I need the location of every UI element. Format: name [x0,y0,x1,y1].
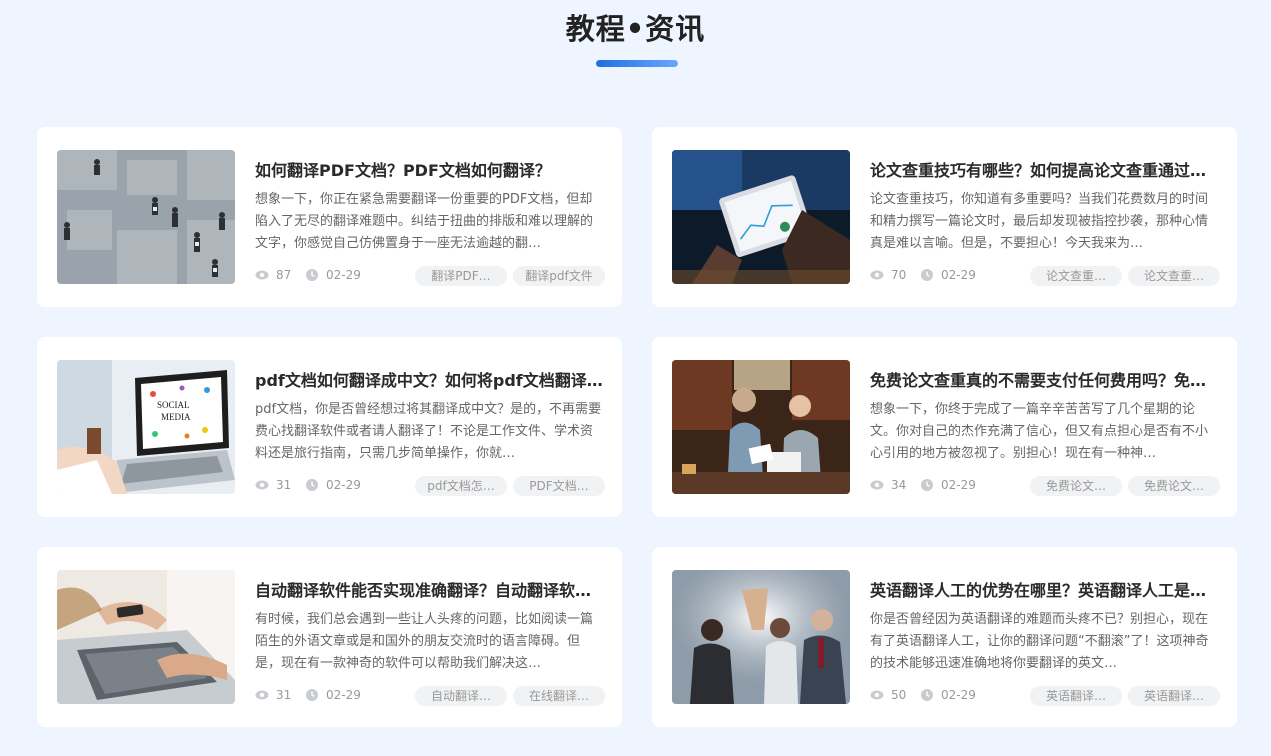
article-meta: 31 02-29 自动翻译… 在线翻译… [255,686,605,706]
tag[interactable]: 论文查重… [1030,266,1122,286]
publish-date: 02-29 [941,478,976,492]
clock-icon [920,688,934,702]
eye-icon [255,688,269,702]
article-grid: 如何翻译PDF文档？PDF文档如何翻译？ 想象一下，你正在紧急需要翻译一份重要的… [37,127,1238,727]
article-title[interactable]: 如何翻译PDF文档？PDF文档如何翻译？ [255,157,605,181]
tag-list: pdf文档怎… PDF文档… [415,476,605,496]
phone-laptop-hands-photo [57,570,235,704]
article-title[interactable]: 自动翻译软件能否实现准确翻译？自动翻译软… [255,577,605,601]
article-card[interactable]: 英语翻译人工的优势在哪里？英语翻译人工是… 你是否曾经因为英语翻译的难题而头疼不… [652,547,1237,727]
article-description: 你是否曾经因为英语翻译的难题而头疼不已？别担心，现在有了英语翻译人工，让你的翻译… [870,612,1209,671]
article-meta: 70 02-29 论文查重… 论文查重… [870,266,1220,286]
screen-text-social: SOCIAL [157,400,190,410]
tag[interactable]: 翻译PDF… [415,266,507,286]
article-card[interactable]: 自动翻译软件能否实现准确翻译？自动翻译软… 有时候，我们总会遇到一些让人头疼的问… [37,547,622,727]
view-count: 50 [891,688,907,702]
article-meta: 87 02-29 翻译PDF… 翻译pdf文件 [255,266,605,286]
article-title[interactable]: pdf文档如何翻译成中文？如何将pdf文档翻译… [255,367,605,391]
tag-list: 英语翻译… 英语翻译… [1030,686,1220,706]
screen-text-media: MEDIA [161,412,191,422]
view-count: 31 [276,688,292,702]
office-crowd-photo [57,150,235,284]
clock-icon [920,478,934,492]
article-thumbnail[interactable]: SOCIAL MEDIA [57,360,235,494]
article-thumbnail[interactable] [57,150,235,284]
article-description: pdf文档，你是否曾经想过将其翻译成中文？是的，不再需要费心找翻译软件或者请人翻… [255,402,602,461]
tag[interactable]: 自动翻译… [415,686,507,706]
article-thumbnail[interactable] [672,150,850,284]
article-card[interactable]: 如何翻译PDF文档？PDF文档如何翻译？ 想象一下，你正在紧急需要翻译一份重要的… [37,127,622,307]
view-count: 31 [276,478,292,492]
article-thumbnail[interactable] [672,570,850,704]
clock-icon [305,268,319,282]
article-thumbnail[interactable] [57,570,235,704]
publish-date: 02-29 [326,478,361,492]
tag[interactable]: 英语翻译… [1128,686,1220,706]
eye-icon [870,688,884,702]
publish-date: 02-29 [941,268,976,282]
tag[interactable]: pdf文档怎… [415,476,507,496]
tag[interactable]: 翻译pdf文件 [513,266,605,286]
eye-icon [870,478,884,492]
section-title: 教程•资讯 [565,12,706,46]
clock-icon [305,688,319,702]
view-count: 34 [891,478,907,492]
tag[interactable]: 英语翻译… [1030,686,1122,706]
tablet-chart-photo [672,150,850,284]
tag-list: 免费论文… 免费论文… [1030,476,1220,496]
team-high-five-photo [672,570,850,704]
tag-list: 自动翻译… 在线翻译… [415,686,605,706]
article-description: 有时候，我们总会遇到一些让人头疼的问题，比如阅读一篇陌生的外语文章或是和国外的朋… [255,612,594,671]
title-underline [596,60,678,67]
publish-date: 02-29 [941,688,976,702]
tag-list: 翻译PDF… 翻译pdf文件 [415,266,605,286]
tag[interactable]: 免费论文… [1030,476,1122,496]
article-title[interactable]: 免费论文查重真的不需要支付任何费用吗？免… [870,367,1220,391]
article-meta: 34 02-29 免费论文… 免费论文… [870,476,1220,496]
clock-icon [305,478,319,492]
article-card[interactable]: SOCIAL MEDIA pdf文档如何翻译成中文？如何将pdf文档翻译… pd… [37,337,622,517]
article-description: 论文查重技巧，你知道有多重要吗？当我们花费数月的时间和精力撰写一篇论文时，最后却… [870,192,1209,251]
article-title[interactable]: 论文查重技巧有哪些？如何提高论文查重通过… [870,157,1220,181]
clock-icon [920,268,934,282]
article-card[interactable]: 论文查重技巧有哪些？如何提高论文查重通过… 论文查重技巧，你知道有多重要吗？当我… [652,127,1237,307]
cafe-colleagues-photo [672,360,850,494]
publish-date: 02-29 [326,688,361,702]
tag[interactable]: 免费论文… [1128,476,1220,496]
tag-list: 论文查重… 论文查重… [1030,266,1220,286]
article-meta: 50 02-29 英语翻译… 英语翻译… [870,686,1220,706]
tag[interactable]: 在线翻译… [513,686,605,706]
article-description: 想象一下，你正在紧急需要翻译一份重要的PDF文档，但却陷入了无尽的翻译难题中。纠… [255,192,594,251]
article-card[interactable]: 免费论文查重真的不需要支付任何费用吗？免… 想象一下，你终于完成了一篇辛辛苦苦写… [652,337,1237,517]
article-description: 想象一下，你终于完成了一篇辛辛苦苦写了几个星期的论文。你对自己的杰作充满了信心，… [870,402,1209,461]
view-count: 70 [891,268,907,282]
laptop-social-media-photo: SOCIAL MEDIA [57,360,235,494]
article-meta: 31 02-29 pdf文档怎… PDF文档… [255,476,605,496]
publish-date: 02-29 [326,268,361,282]
eye-icon [255,478,269,492]
article-thumbnail[interactable] [672,360,850,494]
eye-icon [870,268,884,282]
article-title[interactable]: 英语翻译人工的优势在哪里？英语翻译人工是… [870,577,1220,601]
view-count: 87 [276,268,292,282]
tag[interactable]: 论文查重… [1128,266,1220,286]
eye-icon [255,268,269,282]
tag[interactable]: PDF文档… [513,476,605,496]
